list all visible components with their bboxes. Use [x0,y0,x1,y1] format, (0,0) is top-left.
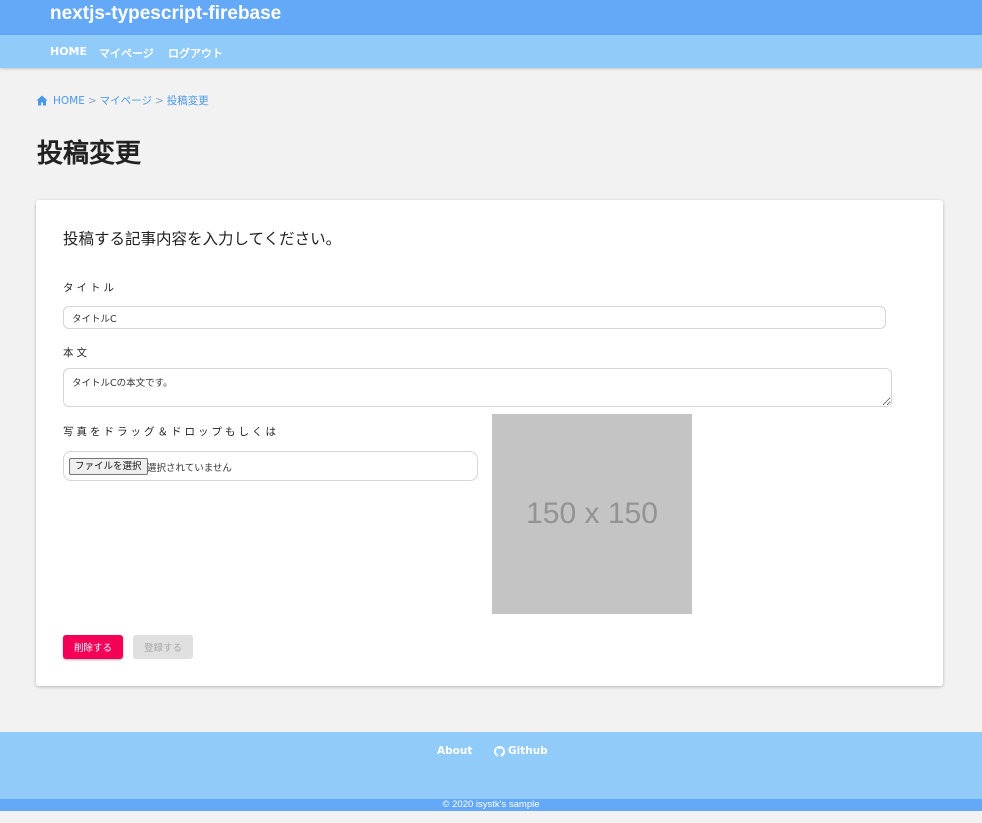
page-title: 投稿変更 [37,139,142,169]
preview-placeholder-text: 150 x 150 [526,497,658,530]
breadcrumb-separator: > [154,94,164,107]
footer-link-about[interactable]: About [437,745,472,757]
form-heading: 投稿する記事内容を入力してください。 [63,230,342,248]
footer: About Github [0,732,982,799]
github-icon [494,745,505,757]
github-link-label: Github [508,745,548,757]
nav-item-logout[interactable]: ログアウト [168,45,223,61]
breadcrumb-home[interactable]: HOME [53,95,85,107]
copyright-bar: © 2020 isystk's sample [0,799,982,811]
image-label: 写真をドラッグ＆ドロップもしくは [63,426,279,438]
nav-item-home[interactable]: HOME [50,45,87,58]
register-button[interactable]: 登録する [133,635,193,659]
breadcrumb: HOME > マイページ > 投稿変更 [36,93,209,108]
title-input[interactable] [63,306,886,329]
home-icon [36,95,48,106]
top-bar: nextjs-typescript-firebase [0,0,982,35]
nav-bar: HOME マイページ ログアウト [0,35,982,68]
file-status: 選択されていません [147,463,232,474]
file-dropzone[interactable]: ファイルを選択 選択されていません [63,451,478,481]
breadcrumb-current[interactable]: 投稿変更 [167,93,209,108]
delete-button[interactable]: 削除する [63,635,123,659]
image-preview: 150 x 150 [492,414,692,614]
site-title[interactable]: nextjs-typescript-firebase [50,3,281,25]
choose-file-button[interactable]: ファイルを選択 [69,458,148,475]
post-form-card: 投稿する記事内容を入力してください。 タイトル 本文 タイトルCの本文です。 写… [36,200,943,686]
breadcrumb-mypage[interactable]: マイページ [100,93,152,108]
body-textarea[interactable]: タイトルCの本文です。 [63,368,892,407]
footer-link-github[interactable]: Github [494,745,548,757]
nav-item-mypage[interactable]: マイページ [99,45,154,61]
body-label: 本文 [63,347,90,359]
breadcrumb-separator: > [87,94,97,107]
title-label: タイトル [63,282,117,294]
copyright-text: © 2020 isystk's sample [442,799,540,810]
